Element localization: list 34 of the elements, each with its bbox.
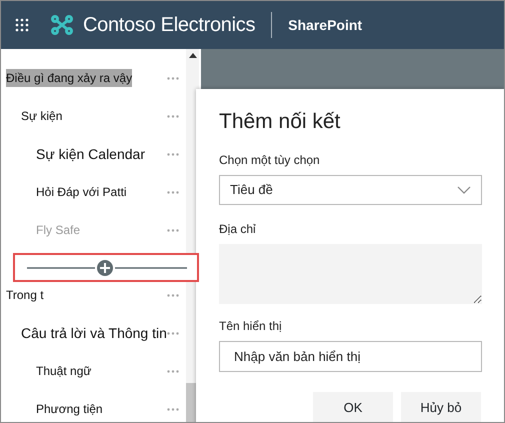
more-options-icon[interactable] xyxy=(167,332,179,334)
ok-button[interactable]: OK xyxy=(313,392,393,422)
insert-link-marker[interactable] xyxy=(13,253,199,282)
nav-link[interactable]: Phương tiện xyxy=(36,400,103,418)
dialog-title: Thêm nối kết xyxy=(219,109,342,134)
more-options-icon[interactable] xyxy=(167,370,179,372)
address-field[interactable] xyxy=(219,244,482,304)
more-options-icon[interactable] xyxy=(167,76,179,80)
field-label: Tên hiển thị xyxy=(219,318,282,336)
app-launcher-icon[interactable] xyxy=(15,18,29,32)
more-options-icon[interactable] xyxy=(167,114,179,118)
display-name-field[interactable]: Nhập văn bản hiển thị xyxy=(219,341,482,372)
drone-logo-icon xyxy=(51,15,73,35)
field-label: Địa chỉ xyxy=(219,221,256,238)
site-title[interactable]: Contoso Electronics xyxy=(83,10,256,40)
nav-link[interactable]: Sự kiện Calendar xyxy=(36,144,145,164)
nav-link[interactable]: Trong t xyxy=(6,286,44,304)
nav-link[interactable]: Sự kiện xyxy=(21,107,62,125)
more-options-icon[interactable] xyxy=(167,408,179,410)
nav-link[interactable]: Thuật ngữ xyxy=(36,362,92,380)
nav-link[interactable]: Điều gì đang xảy ra vậy xyxy=(6,69,132,87)
option-dropdown[interactable]: Tiêu đề xyxy=(219,175,482,206)
more-options-icon[interactable] xyxy=(167,228,179,232)
nav-link[interactable]: Hỏi Đáp với Patti xyxy=(36,183,127,201)
more-options-icon[interactable] xyxy=(167,152,179,156)
field-label: Chọn một tùy chọn xyxy=(219,152,320,170)
nav-link[interactable]: Câu trả lời và Thông tin xyxy=(21,322,167,344)
app-name[interactable]: SharePoint xyxy=(288,14,362,36)
more-options-icon[interactable] xyxy=(167,190,179,194)
scroll-up-icon[interactable] xyxy=(189,53,197,58)
add-icon[interactable] xyxy=(97,260,113,276)
chevron-down-icon xyxy=(457,186,471,194)
cancel-button[interactable]: Hủy bỏ xyxy=(401,392,481,422)
more-options-icon[interactable] xyxy=(167,294,179,296)
